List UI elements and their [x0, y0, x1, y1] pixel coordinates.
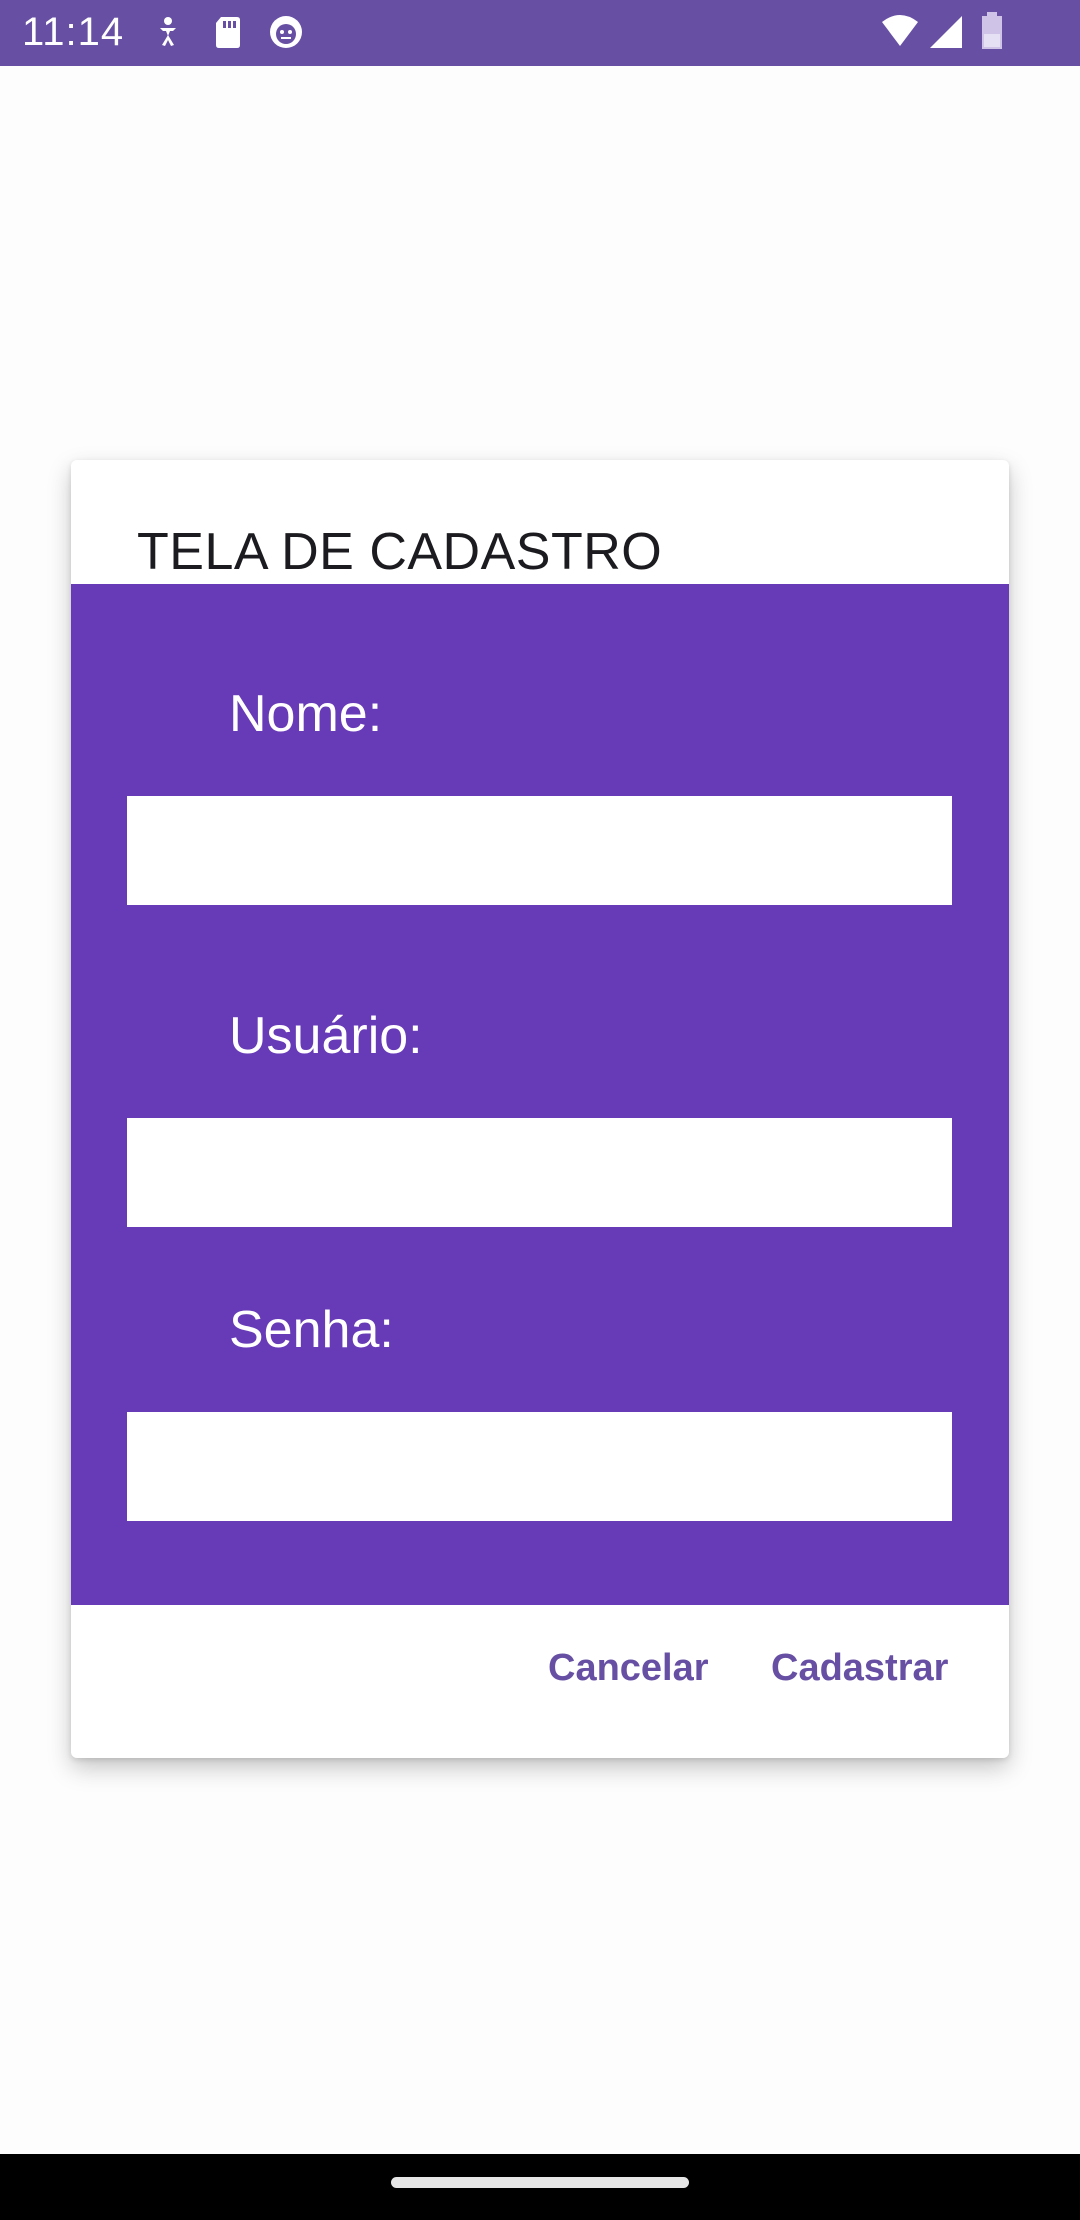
accessibility-icon — [150, 14, 186, 50]
wifi-icon — [880, 14, 918, 50]
dialog-actions: Cancelar Cadastrar — [71, 1605, 1009, 1758]
name-input[interactable] — [127, 796, 952, 905]
cancel-button[interactable]: Cancelar — [548, 1647, 709, 1690]
dialog-title: TELA DE CADASTRO — [137, 523, 663, 581]
status-bar: 11:14 — [0, 0, 1080, 66]
sd-card-icon — [210, 14, 246, 50]
battery-icon — [980, 12, 1016, 49]
form-panel: Nome: Usuário: Senha: — [71, 584, 1009, 1605]
username-label: Usuário: — [229, 1007, 423, 1065]
password-label: Senha: — [229, 1301, 394, 1359]
navigation-bar — [0, 2154, 1080, 2220]
signal-icon — [928, 14, 964, 50]
password-input[interactable] — [127, 1412, 952, 1521]
name-label: Nome: — [229, 685, 383, 743]
register-dialog: TELA DE CADASTRO Nome: Usuário: Senha: C… — [71, 460, 1009, 1758]
username-input[interactable] — [127, 1118, 952, 1227]
status-time: 11:14 — [22, 10, 125, 54]
android-debug-icon — [268, 14, 304, 50]
register-button[interactable]: Cadastrar — [771, 1647, 948, 1690]
home-indicator[interactable] — [391, 2177, 689, 2188]
